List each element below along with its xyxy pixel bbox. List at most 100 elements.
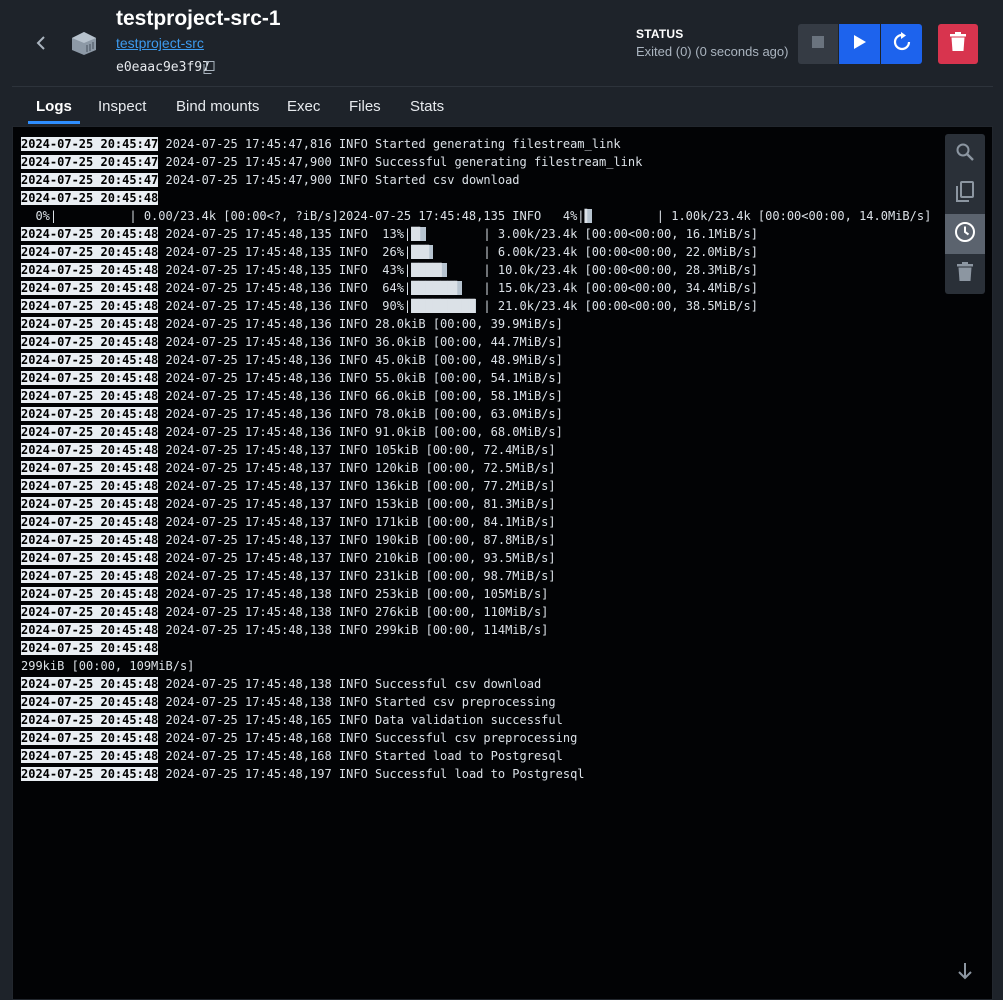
log-line: 2024-07-25 20:45:48 2024-07-25 17:45:48,…: [21, 333, 931, 351]
tab-files[interactable]: Files: [341, 88, 389, 124]
log-timestamp: 2024-07-25 20:45:48: [21, 317, 159, 331]
log-line: 2024-07-25 20:45:48: [21, 639, 931, 657]
tab-inspect[interactable]: Inspect: [90, 88, 154, 124]
log-message: 2024-07-25 17:45:48,136 INFO 45.0kiB [00…: [158, 353, 563, 367]
log-message: 2024-07-25 17:45:48,136 INFO 64%|██████▍…: [158, 281, 758, 295]
log-timestamp: 2024-07-25 20:45:48: [21, 425, 159, 439]
log-line: 2024-07-25 20:45:48 2024-07-25 17:45:48,…: [21, 351, 931, 369]
log-line: 2024-07-25 20:45:48 2024-07-25 17:45:48,…: [21, 297, 931, 315]
log-timestamp: 2024-07-25 20:45:48: [21, 515, 159, 529]
log-timestamp: 2024-07-25 20:45:48: [21, 677, 159, 691]
log-line: 2024-07-25 20:45:48 2024-07-25 17:45:48,…: [21, 513, 931, 531]
log-line: 2024-07-25 20:45:48 2024-07-25 17:45:48,…: [21, 693, 931, 711]
clock-icon: [954, 221, 976, 248]
clear-logs-button[interactable]: [945, 254, 985, 294]
scroll-to-bottom-button[interactable]: [954, 962, 976, 984]
header-divider: [12, 86, 993, 87]
log-message: 2024-07-25 17:45:48,137 INFO 231kiB [00:…: [158, 569, 556, 583]
log-line: 2024-07-25 20:45:48 2024-07-25 17:45:48,…: [21, 387, 931, 405]
log-message: 2024-07-25 17:45:48,136 INFO 55.0kiB [00…: [158, 371, 563, 385]
copy-icon[interactable]: [203, 61, 215, 74]
trash-icon: [950, 32, 966, 56]
log-message: 2024-07-25 17:45:48,137 INFO 210kiB [00:…: [158, 551, 556, 565]
log-timestamp: 2024-07-25 20:45:48: [21, 695, 159, 709]
log-timestamp: 2024-07-25 20:45:48: [21, 641, 159, 655]
log-timestamp: 2024-07-25 20:45:48: [21, 551, 159, 565]
copy-logs-button[interactable]: [945, 174, 985, 214]
log-line: 2024-07-25 20:45:48 2024-07-25 17:45:48,…: [21, 729, 931, 747]
log-timestamp: 2024-07-25 20:45:48: [21, 263, 159, 277]
log-line: 2024-07-25 20:45:48 2024-07-25 17:45:48,…: [21, 549, 931, 567]
toggle-timestamps-button[interactable]: [945, 214, 985, 254]
log-timestamp: 2024-07-25 20:45:48: [21, 713, 159, 727]
log-line: 2024-07-25 20:45:47 2024-07-25 17:45:47,…: [21, 135, 931, 153]
restart-icon: [892, 31, 912, 57]
log-message: 2024-07-25 17:45:48,136 INFO 28.0kiB [00…: [158, 317, 563, 331]
stop-icon: [812, 35, 824, 53]
log-timestamp: 2024-07-25 20:45:48: [21, 569, 159, 583]
log-line: 2024-07-25 20:45:48 2024-07-25 17:45:48,…: [21, 477, 931, 495]
tab-exec[interactable]: Exec: [279, 88, 328, 124]
log-line: 299kiB [00:00, 109MiB/s]: [21, 657, 931, 675]
log-timestamp: 2024-07-25 20:45:48: [21, 497, 159, 511]
log-message: 2024-07-25 17:45:47,900 INFO Successful …: [158, 155, 643, 169]
log-message: 299kiB [00:00, 109MiB/s]: [21, 659, 195, 673]
log-timestamp: 2024-07-25 20:45:48: [21, 389, 159, 403]
log-toolbar: [945, 134, 985, 294]
log-panel[interactable]: 2024-07-25 20:45:47 2024-07-25 17:45:47,…: [12, 126, 993, 1000]
log-timestamp: 2024-07-25 20:45:48: [21, 353, 159, 367]
restart-button[interactable]: [881, 24, 922, 64]
arrow-down-icon: [957, 962, 973, 985]
log-line: 2024-07-25 20:45:48 2024-07-25 17:45:48,…: [21, 585, 931, 603]
play-icon: [853, 34, 867, 55]
log-message: 2024-07-25 17:45:48,136 INFO 36.0kiB [00…: [158, 335, 563, 349]
project-link[interactable]: testproject-src: [116, 35, 204, 51]
log-line: 0%| | 0.00/23.4k [00:00<?, ?iB/s]2024-07…: [21, 207, 931, 225]
log-timestamp: 2024-07-25 20:45:48: [21, 749, 159, 763]
log-message: 2024-07-25 17:45:48,135 INFO 26%|██▌ | 6…: [158, 245, 758, 259]
log-timestamp: 2024-07-25 20:45:47: [21, 155, 159, 169]
log-line: 2024-07-25 20:45:48 2024-07-25 17:45:48,…: [21, 765, 931, 783]
log-line: 2024-07-25 20:45:48 2024-07-25 17:45:48,…: [21, 369, 931, 387]
log-line: 2024-07-25 20:45:48 2024-07-25 17:45:48,…: [21, 423, 931, 441]
tab-stats[interactable]: Stats: [402, 88, 452, 124]
stop-button[interactable]: [798, 24, 838, 64]
log-timestamp: 2024-07-25 20:45:48: [21, 605, 159, 619]
log-timestamp: 2024-07-25 20:45:48: [21, 623, 159, 637]
log-message: 2024-07-25 17:45:48,165 INFO Data valida…: [158, 713, 563, 727]
delete-button[interactable]: [938, 24, 978, 64]
log-timestamp: 2024-07-25 20:45:48: [21, 731, 159, 745]
container-icon: [70, 30, 98, 56]
log-line: 2024-07-25 20:45:48 2024-07-25 17:45:48,…: [21, 279, 931, 297]
log-message: 2024-07-25 17:45:48,168 INFO Started loa…: [158, 749, 563, 763]
log-message: 2024-07-25 17:45:48,136 INFO 66.0kiB [00…: [158, 389, 563, 403]
tab-logs[interactable]: Logs: [28, 88, 80, 124]
log-line: 2024-07-25 20:45:48 2024-07-25 17:45:48,…: [21, 603, 931, 621]
log-line: 2024-07-25 20:45:48 2024-07-25 17:45:48,…: [21, 243, 931, 261]
search-logs-button[interactable]: [945, 134, 985, 174]
log-message: 2024-07-25 17:45:48,138 INFO 253kiB [00:…: [158, 587, 549, 601]
log-timestamp: 2024-07-25 20:45:48: [21, 191, 159, 205]
tab-bind-mounts[interactable]: Bind mounts: [168, 88, 267, 124]
log-timestamp: 2024-07-25 20:45:48: [21, 587, 159, 601]
log-message: 2024-07-25 17:45:48,138 INFO Started csv…: [158, 695, 556, 709]
container-title: testproject-src-1: [116, 7, 281, 30]
container-id: e0eaac9e3f97: [116, 60, 210, 75]
log-lines: 2024-07-25 20:45:47 2024-07-25 17:45:47,…: [21, 135, 931, 783]
log-line: 2024-07-25 20:45:48 2024-07-25 17:45:48,…: [21, 225, 931, 243]
back-icon[interactable]: [34, 32, 54, 54]
log-timestamp: 2024-07-25 20:45:48: [21, 299, 159, 313]
log-line: 2024-07-25 20:45:48 2024-07-25 17:45:48,…: [21, 621, 931, 639]
log-timestamp: 2024-07-25 20:45:48: [21, 245, 159, 259]
log-line: 2024-07-25 20:45:48 2024-07-25 17:45:48,…: [21, 459, 931, 477]
log-message: 2024-07-25 17:45:48,138 INFO 299kiB [00:…: [158, 623, 549, 637]
start-button[interactable]: [839, 24, 880, 64]
log-message: 2024-07-25 17:45:48,137 INFO 105kiB [00:…: [158, 443, 556, 457]
log-message: 2024-07-25 17:45:47,900 INFO Started csv…: [158, 173, 520, 187]
log-line: 2024-07-25 20:45:48 2024-07-25 17:45:48,…: [21, 261, 931, 279]
log-message: 2024-07-25 17:45:48,197 INFO Successful …: [158, 767, 585, 781]
log-line: 2024-07-25 20:45:48 2024-07-25 17:45:48,…: [21, 531, 931, 549]
log-timestamp: 2024-07-25 20:45:48: [21, 533, 159, 547]
log-line: 2024-07-25 20:45:47 2024-07-25 17:45:47,…: [21, 171, 931, 189]
container-header: testproject-src-1 testproject-src e0eaac…: [0, 0, 1003, 86]
